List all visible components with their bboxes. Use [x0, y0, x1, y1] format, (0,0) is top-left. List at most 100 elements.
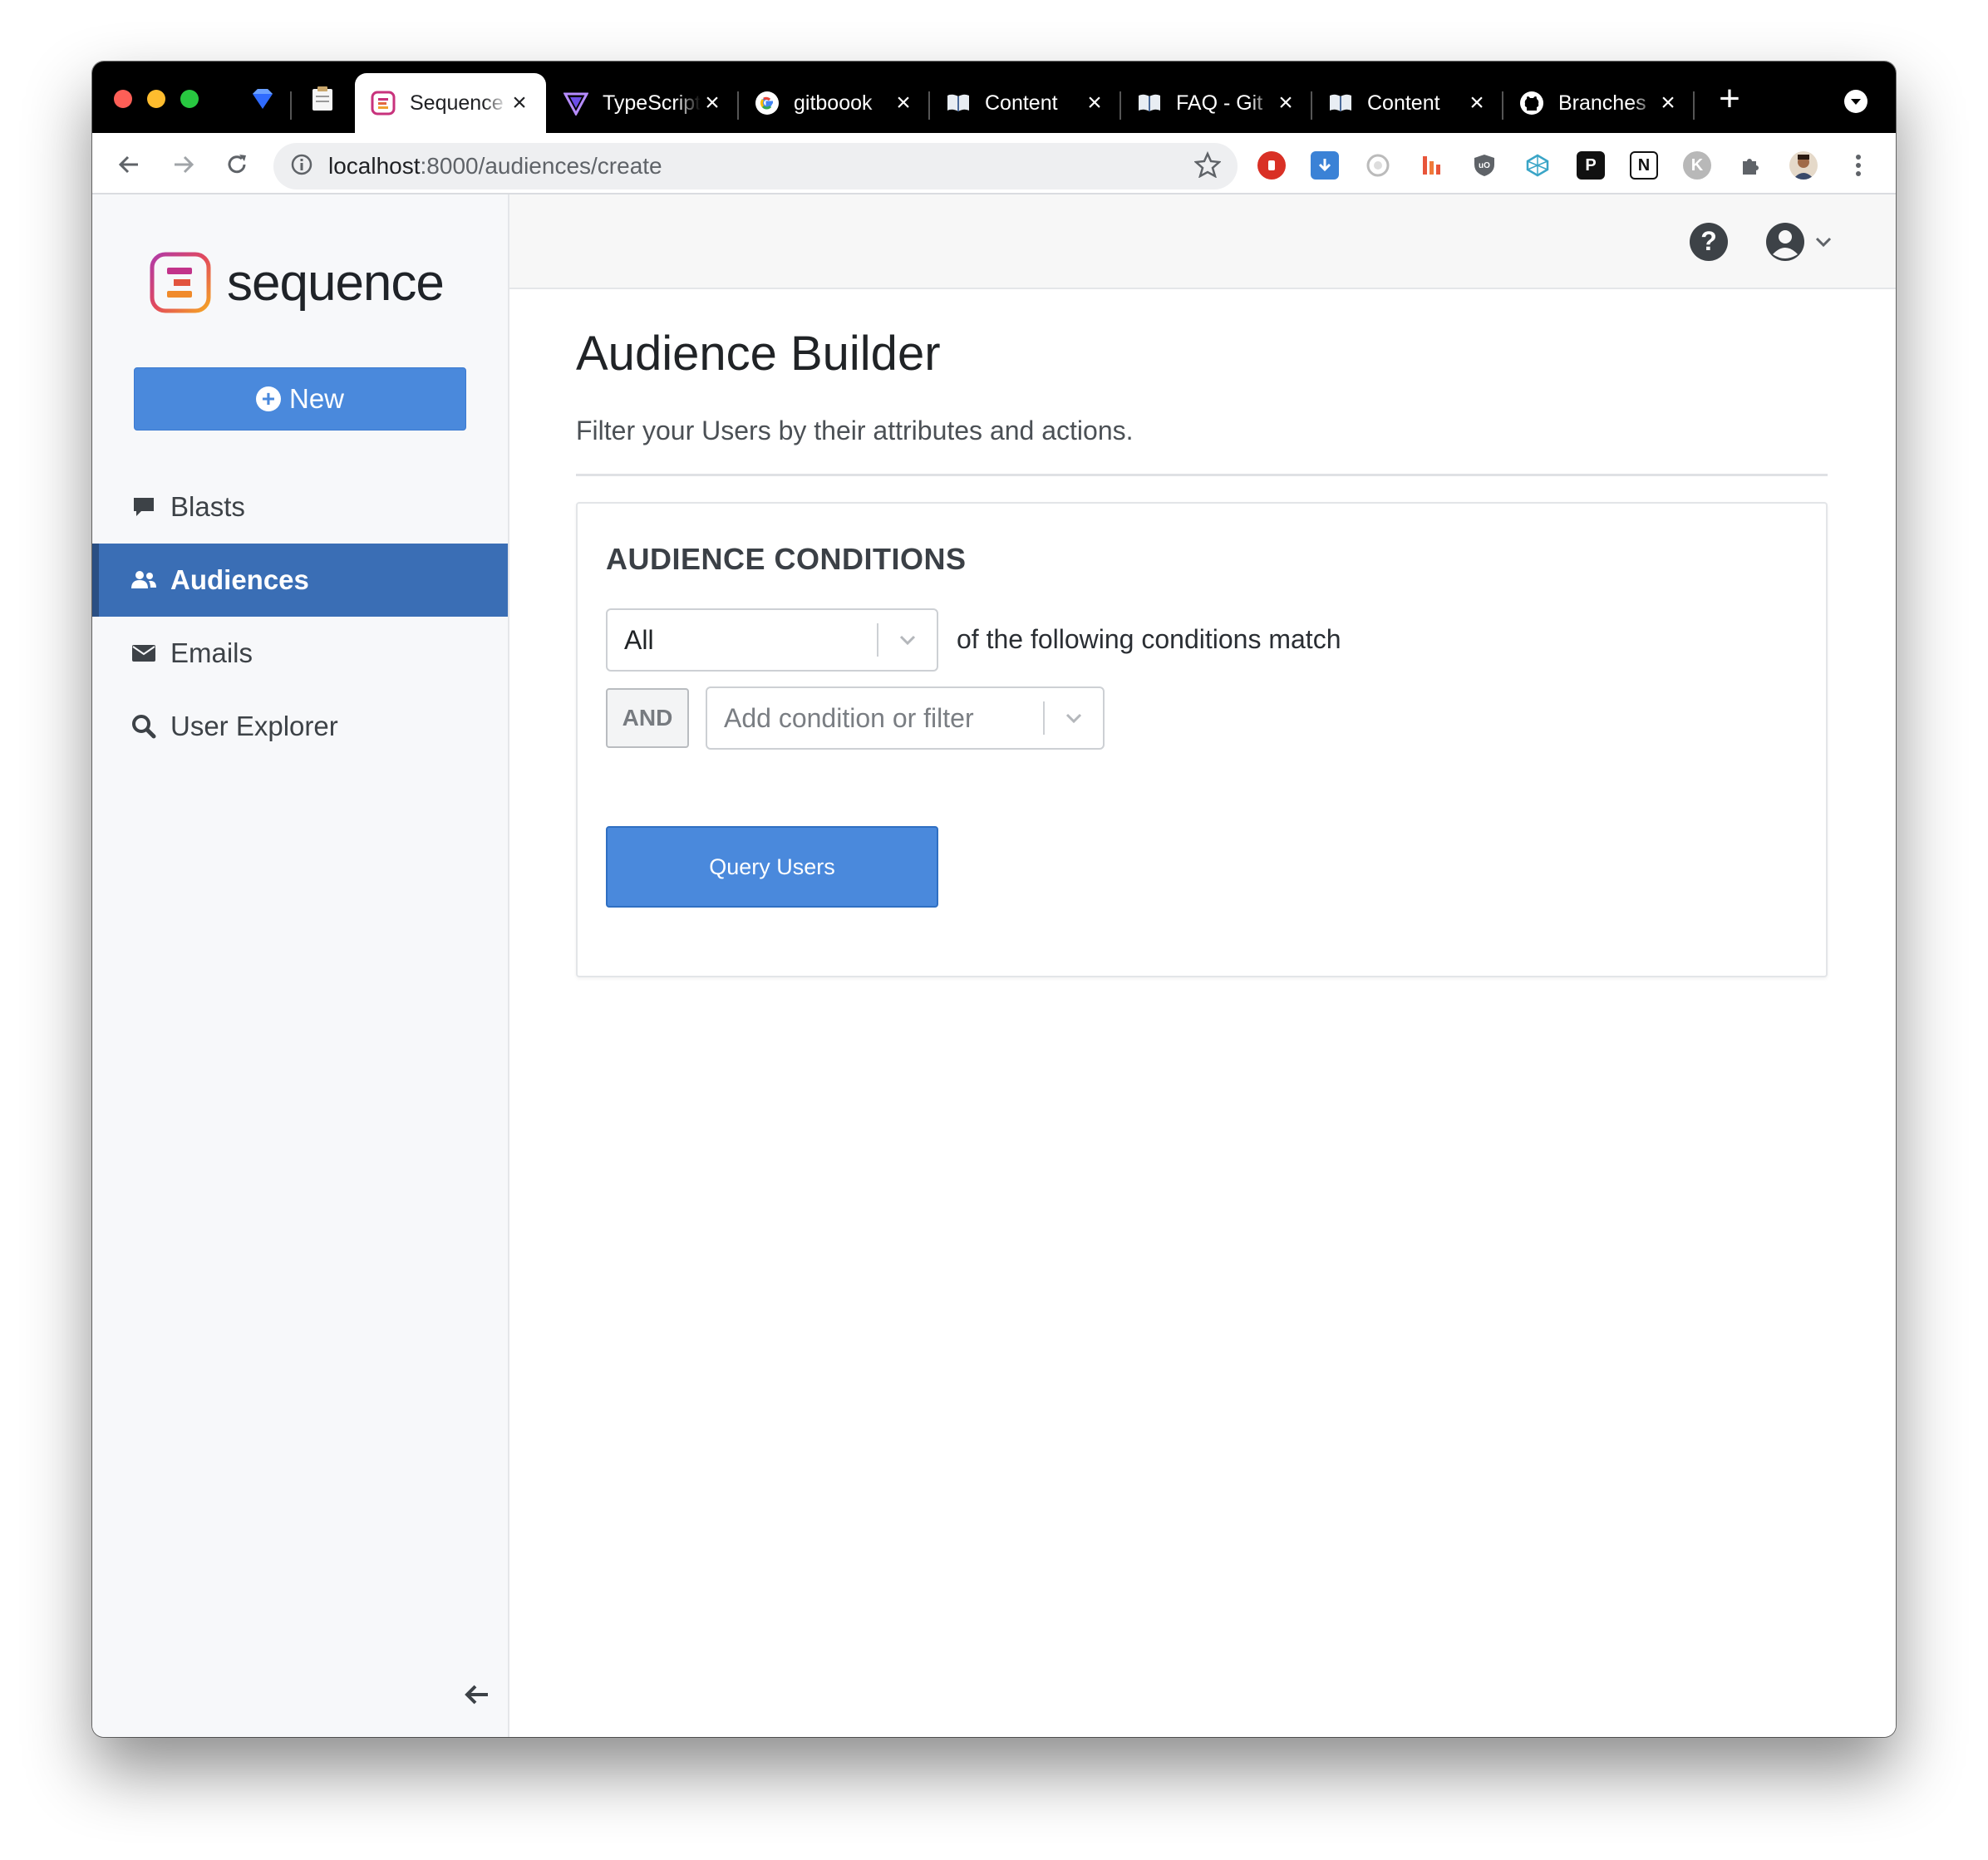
add-condition-select[interactable]: Add condition or filter	[706, 686, 1105, 750]
top-bar: ?	[509, 194, 1896, 289]
new-tab-icon[interactable]: +	[1713, 81, 1746, 117]
window-close-button[interactable]	[114, 90, 132, 108]
sidebar-item-emails[interactable]: Emails	[92, 617, 508, 690]
tab-strip: Sequence × TypeScript × gitboook × Conte…	[92, 62, 1896, 133]
browser-menu-icon[interactable]	[1844, 151, 1872, 180]
book-favicon-icon	[945, 90, 972, 116]
chevron-down-icon	[878, 632, 937, 647]
download-extension-icon[interactable]	[1311, 151, 1339, 180]
envelope-icon	[130, 640, 157, 667]
audience-conditions-card: AUDIENCE CONDITIONS All of the following…	[576, 502, 1828, 977]
sidebar-item-blasts[interactable]: Blasts	[92, 470, 508, 544]
book-favicon-icon	[1136, 90, 1163, 116]
tab-sequence[interactable]: Sequence ×	[355, 73, 546, 133]
tab-close-icon[interactable]: ×	[508, 91, 531, 116]
new-button[interactable]: + New	[134, 367, 466, 431]
tab-close-icon[interactable]: ×	[892, 91, 915, 116]
google-favicon-icon	[754, 90, 780, 116]
back-icon[interactable]	[112, 148, 145, 181]
browser-window: Sequence × TypeScript × gitboook × Conte…	[92, 62, 1896, 1737]
tab-content-1[interactable]: Content ×	[930, 73, 1121, 133]
app: sequence + New Blasts Audiences Emails U…	[92, 194, 1896, 1737]
clipboard-icon	[312, 86, 332, 111]
typescript-favicon-icon	[563, 90, 589, 116]
url-path: :8000/audiences/create	[420, 153, 662, 179]
tab-gitboook[interactable]: gitboook ×	[739, 73, 930, 133]
tab-faq[interactable]: FAQ - Git ×	[1121, 73, 1312, 133]
window-maximize-button[interactable]	[180, 90, 199, 108]
sidebar-item-label: User Explorer	[170, 711, 338, 741]
tab-search-icon[interactable]	[1844, 90, 1867, 113]
logo[interactable]: sequence	[149, 251, 445, 314]
bookmark-star-icon[interactable]	[1193, 150, 1222, 182]
help-icon[interactable]: ?	[1688, 221, 1730, 267]
pinned-tab-vpn[interactable]	[242, 80, 283, 118]
chevron-down-icon	[1815, 237, 1832, 248]
tab-close-icon[interactable]: ×	[1465, 91, 1489, 116]
match-type-value: All	[624, 624, 654, 655]
tab-typescript[interactable]: TypeScript ×	[548, 73, 739, 133]
tab-close-icon[interactable]: ×	[1656, 91, 1680, 116]
tab-content-2[interactable]: Content ×	[1312, 73, 1503, 133]
tab-title: TypeScript	[603, 91, 701, 115]
chevron-down-icon	[1045, 711, 1103, 726]
sidebar-item-label: Blasts	[170, 491, 245, 522]
main-content: Audience Builder Filter your Users by th…	[509, 289, 1896, 1737]
tab-close-icon[interactable]: ×	[701, 91, 724, 116]
comment-icon	[130, 494, 157, 520]
producthunt-extension-icon[interactable]: P	[1577, 151, 1605, 180]
info-icon[interactable]	[290, 153, 313, 180]
adblock-extension-icon[interactable]	[1257, 151, 1286, 180]
tab-close-icon[interactable]: ×	[1274, 91, 1297, 116]
query-users-button[interactable]: Query Users	[606, 826, 938, 908]
match-type-select[interactable]: All	[606, 608, 938, 672]
sidebar-item-label: Emails	[170, 637, 253, 668]
and-operator-badge: AND	[606, 688, 689, 748]
tab-branches[interactable]: Branches ×	[1503, 73, 1695, 133]
extensions-puzzle-icon[interactable]	[1736, 151, 1764, 180]
k-extension-icon[interactable]: K	[1683, 151, 1711, 180]
tab-title: Content	[985, 91, 1058, 115]
notion-extension-icon[interactable]: N	[1630, 151, 1658, 180]
page-title: Audience Builder	[576, 327, 941, 381]
github-favicon-icon	[1518, 90, 1545, 116]
sidebar: sequence + New Blasts Audiences Emails U…	[92, 194, 509, 1737]
metrics-extension-icon[interactable]	[1417, 151, 1445, 180]
sequence-favicon-icon	[370, 90, 396, 116]
browser-toolbar: localhost:8000/audiences/create uO P N K	[92, 133, 1896, 194]
window-minimize-button[interactable]	[147, 90, 165, 108]
tab-title: Sequence	[410, 91, 504, 115]
sidebar-item-label: Audiences	[170, 564, 309, 595]
sequence-logo-icon	[150, 252, 211, 313]
forward-icon[interactable]	[167, 148, 200, 181]
book-favicon-icon	[1327, 90, 1354, 116]
pinned-tab-notes[interactable]	[302, 80, 343, 118]
user-circle-icon	[1766, 223, 1804, 261]
logo-text: sequence	[227, 253, 445, 312]
sidebar-item-user-explorer[interactable]: User Explorer	[92, 690, 508, 763]
search-icon	[130, 713, 157, 740]
new-button-label: New	[288, 383, 345, 414]
svg-text:?: ?	[1700, 226, 1717, 256]
divider	[576, 474, 1828, 476]
sidebar-item-audiences[interactable]: Audiences	[92, 544, 508, 617]
tab-close-icon[interactable]: ×	[1083, 91, 1106, 116]
svg-text:uO: uO	[1479, 161, 1490, 170]
tab-title: Content	[1367, 91, 1440, 115]
address-bar[interactable]: localhost:8000/audiences/create	[273, 143, 1238, 189]
user-menu[interactable]	[1764, 221, 1834, 263]
ublock-extension-icon[interactable]: uO	[1470, 151, 1498, 180]
reload-icon[interactable]	[220, 148, 253, 181]
tab-title: FAQ - Git	[1176, 91, 1263, 115]
users-icon	[130, 567, 157, 593]
add-condition-placeholder: Add condition or filter	[724, 702, 974, 733]
screen-recorder-extension-icon[interactable]	[1364, 151, 1392, 180]
collapse-sidebar-arrow-icon[interactable]	[463, 1682, 491, 1711]
url-text[interactable]: localhost:8000/audiences/create	[328, 153, 1194, 180]
profile-avatar-icon[interactable]	[1789, 151, 1818, 180]
conditions-heading: AUDIENCE CONDITIONS	[606, 542, 967, 576]
network-extension-icon[interactable]	[1523, 151, 1552, 180]
page-subtitle: Filter your Users by their attributes an…	[576, 416, 1134, 445]
url-host: localhost	[328, 153, 421, 179]
tab-title: gitboook	[794, 91, 873, 115]
